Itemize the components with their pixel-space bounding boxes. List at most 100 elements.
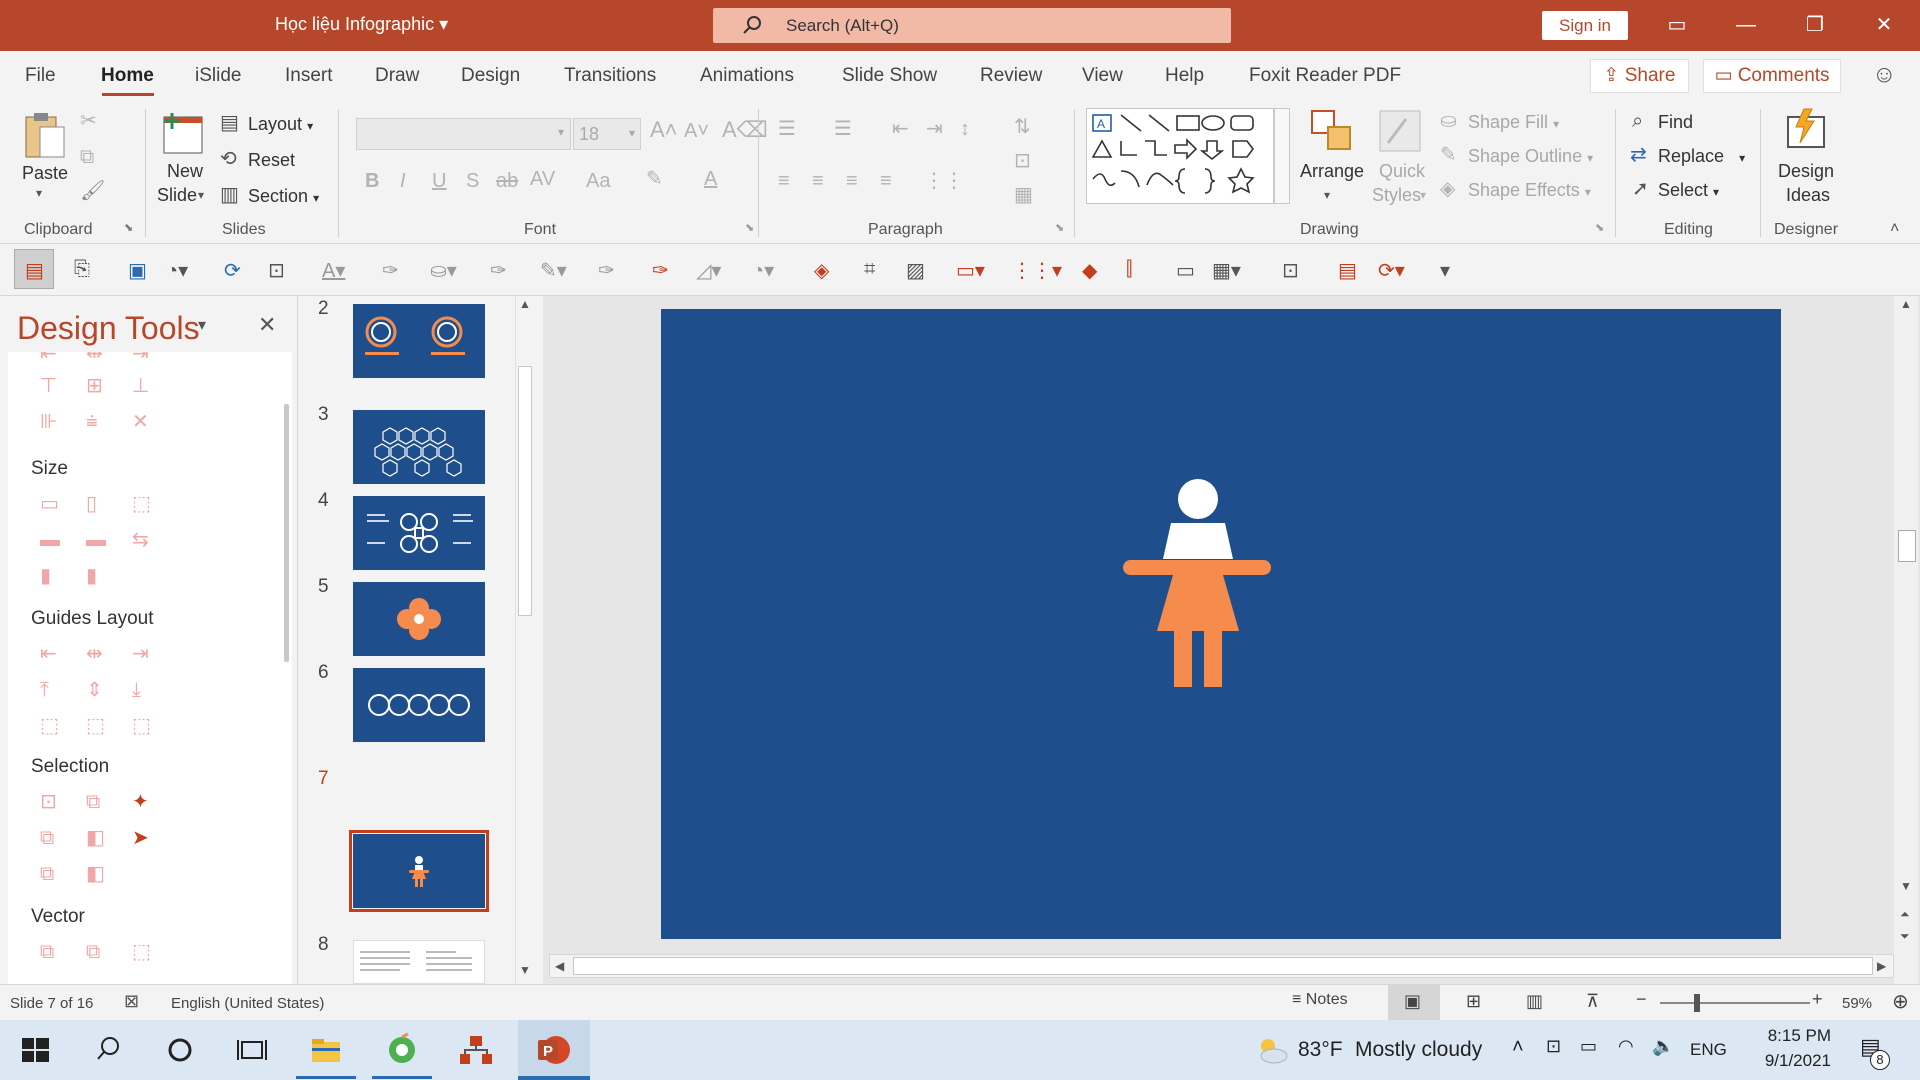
shadow-icon[interactable]: S: [466, 171, 479, 191]
align-tool-icon[interactable]: ▭▾: [956, 258, 985, 283]
increase-font-icon[interactable]: A˄: [650, 119, 678, 141]
change-case-icon[interactable]: Aa: [586, 171, 610, 191]
slide-thumbnail-3[interactable]: [353, 410, 485, 484]
pane-scrollbar-thumb[interactable]: [284, 404, 289, 662]
bold-icon[interactable]: B: [365, 171, 379, 191]
shapes-gallery-scroll[interactable]: [1274, 108, 1290, 204]
sign-in-button[interactable]: Sign in: [1542, 11, 1628, 40]
scroll-up-icon[interactable]: ▲: [1900, 298, 1912, 310]
textbox-icon[interactable]: ▣: [128, 258, 147, 283]
slide-thumbnail-4[interactable]: [353, 496, 485, 570]
copy-icon[interactable]: ⧉: [80, 147, 94, 167]
strikethrough-icon[interactable]: ab: [496, 171, 518, 191]
comments-button[interactable]: ▭ Comments: [1703, 59, 1841, 93]
ribbon-display-options-icon[interactable]: ▭: [1662, 10, 1692, 40]
paste-icon[interactable]: [22, 109, 66, 161]
task-view-icon[interactable]: [232, 1032, 272, 1068]
height-match-icon[interactable]: ▬: [86, 530, 106, 550]
tab-slide-show[interactable]: Slide Show: [842, 65, 937, 87]
increase-indent-icon[interactable]: ⇥: [926, 119, 943, 139]
tab-draw[interactable]: Draw: [375, 65, 419, 87]
chevron-down-icon[interactable]: ▾: [198, 189, 204, 201]
bullets-icon[interactable]: ☰: [778, 119, 796, 139]
weather-description[interactable]: Mostly cloudy: [1355, 1038, 1482, 1062]
shape-insert-icon[interactable]: ◔▾: [166, 258, 188, 283]
slide-frame-icon[interactable]: ▭: [1176, 258, 1195, 283]
align-left-icon[interactable]: ≡: [778, 171, 790, 191]
guide-top-icon[interactable]: ⤒: [40, 680, 49, 700]
image-frame-icon[interactable]: ⊡: [268, 258, 285, 283]
spelling-check-icon[interactable]: ⊠: [124, 991, 139, 1012]
text-direction-icon[interactable]: ⇅: [1014, 117, 1031, 137]
search-box[interactable]: Search (Alt+Q): [713, 8, 1231, 43]
person-shrug-figure[interactable]: [661, 309, 1781, 939]
scroll-down-icon[interactable]: ▼: [519, 964, 531, 976]
zoom-slider-thumb[interactable]: [1694, 994, 1700, 1012]
character-spacing-icon[interactable]: AV: [530, 169, 555, 189]
picture-icon[interactable]: ▨: [906, 258, 925, 283]
chevron-down-icon[interactable]: ▾: [1324, 189, 1330, 201]
next-slide-icon[interactable]: ⏷: [1900, 930, 1910, 942]
previous-slide-icon[interactable]: ⏶: [1900, 908, 1910, 920]
format-brush-icon[interactable]: ✑: [652, 258, 669, 283]
fit-to-window-icon[interactable]: ⊕: [1892, 989, 1909, 1014]
eyedropper-outline-icon[interactable]: ✑: [598, 258, 615, 283]
layout-frame-icon[interactable]: ▦▾: [1212, 258, 1241, 283]
quick-styles-icon[interactable]: [1378, 109, 1422, 153]
shape-effects-icon[interactable]: ◈: [1440, 179, 1455, 199]
tab-review[interactable]: Review: [980, 65, 1042, 87]
shape-fill-icon[interactable]: ⛀: [1440, 111, 1457, 131]
stack-icon[interactable]: ◆: [1082, 258, 1097, 283]
grid-icon[interactable]: ⋮⋮▾: [1012, 258, 1062, 283]
battery-icon[interactable]: ▭: [1580, 1036, 1597, 1057]
quick-styles-label-1[interactable]: Quick: [1379, 161, 1425, 182]
vector-union-icon[interactable]: ⧉: [40, 942, 54, 962]
tab-view[interactable]: View: [1082, 65, 1123, 87]
minimize-icon[interactable]: —: [1731, 10, 1761, 40]
shapes-gallery[interactable]: A: [1086, 108, 1274, 204]
show-hidden-icons-icon[interactable]: ˄: [1512, 1036, 1524, 1059]
select-overlap-icon[interactable]: ⧉: [40, 864, 54, 884]
guide-center-v-icon[interactable]: ⇕: [86, 680, 103, 700]
scroll-right-icon[interactable]: ▶: [1877, 960, 1886, 972]
zoom-out-icon[interactable]: −: [1636, 989, 1647, 1010]
select-fill-icon[interactable]: ◧: [86, 828, 105, 848]
slide-thumbnail-5[interactable]: [353, 582, 485, 656]
vector-combine-icon[interactable]: ⧉: [86, 942, 100, 962]
replace-button[interactable]: Replace ▾: [1658, 146, 1745, 167]
align-top-tool-icon[interactable]: ⊤: [40, 376, 57, 396]
distribute-h-tool-icon[interactable]: ⊪: [40, 412, 57, 432]
distribute-grid-tool-icon[interactable]: ✕: [132, 412, 149, 432]
notes-button[interactable]: ≡ Notes: [1292, 991, 1348, 1009]
reading-view-icon[interactable]: ▥: [1526, 991, 1543, 1012]
design-ideas-icon[interactable]: [1782, 107, 1828, 153]
select-same-icon[interactable]: ⧉: [86, 792, 100, 812]
paste-label[interactable]: Paste: [22, 163, 68, 184]
columns-icon[interactable]: ⋮⋮: [924, 171, 964, 191]
decrease-font-icon[interactable]: A˅: [684, 121, 709, 141]
normal-view-button[interactable]: ▣: [1388, 985, 1440, 1020]
find-button[interactable]: Find: [1658, 112, 1693, 133]
design-ideas-label-2[interactable]: Ideas: [1786, 185, 1830, 206]
justify-icon[interactable]: ≡: [880, 171, 892, 191]
collapse-ribbon-icon[interactable]: ˄: [1890, 221, 1899, 237]
numbering-icon[interactable]: ☰: [834, 119, 852, 139]
close-pane-icon[interactable]: ✕: [258, 314, 276, 336]
slide-scroll-thumb[interactable]: [1898, 530, 1916, 562]
distribute-icon[interactable]: ⫿: [1126, 258, 1132, 281]
shape-effects-button[interactable]: Shape Effects ▾: [1468, 180, 1591, 201]
shape-outline-button[interactable]: Shape Outline ▾: [1468, 146, 1593, 167]
slide-thumbnail-7[interactable]: [353, 834, 485, 908]
font-size-dropdown[interactable]: 18 ▾: [573, 118, 641, 150]
same-height-icon[interactable]: ▯: [86, 494, 97, 514]
design-ideas-label-1[interactable]: Design: [1778, 161, 1834, 182]
pane-options-icon[interactable]: ▾: [198, 318, 206, 334]
dialog-launcher-icon[interactable]: ⬊: [745, 223, 754, 234]
horizontal-scroll-thumb[interactable]: [573, 957, 1873, 975]
eyedropper-icon[interactable]: ✑: [382, 258, 399, 283]
slide-canvas[interactable]: [661, 309, 1781, 939]
distribute-v-tool-icon[interactable]: ⩧: [86, 412, 98, 432]
swap-size-icon[interactable]: ⇆: [132, 530, 149, 550]
select-group-icon[interactable]: ⧉: [40, 828, 54, 848]
weather-temperature[interactable]: 83°F: [1298, 1038, 1343, 1062]
